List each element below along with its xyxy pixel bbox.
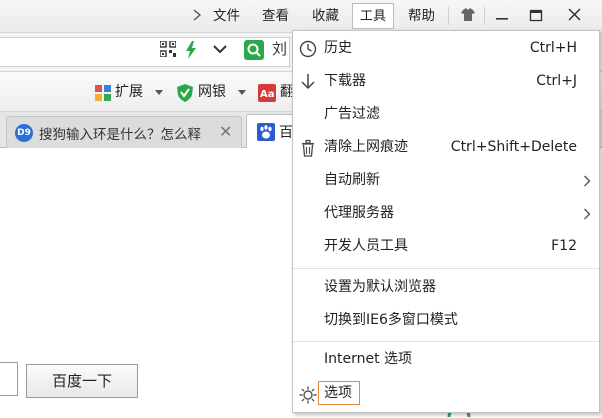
submenu-arrow-icon [584,208,591,220]
menu-item-clear-traces[interactable]: 清除上网痕迹 Ctrl+Shift+Delete [293,131,599,164]
menu-item-label: 代理服务器 [324,205,394,221]
trash-icon [302,139,314,157]
menu-item-label: 切换到IE6多窗口模式 [324,312,458,328]
menu-tools[interactable]: 工具 [352,3,394,29]
menu-item-ad-filter[interactable]: 广告过滤 [293,98,599,131]
menu-item-label: 清除上网痕迹 [324,139,408,155]
menu-item-downloader[interactable]: 下载器 Ctrl+J [293,65,599,98]
extensions-icon[interactable] [94,84,112,102]
gear-icon [299,386,317,404]
menu-item-label: Internet 选项 [324,351,413,367]
chevron-right-icon[interactable] [192,9,202,21]
tab-title: 搜狗输入环是什么？怎么释 [39,127,201,143]
menu-item-proxy-server[interactable]: 代理服务器 [293,197,599,230]
tools-menu: 历史 Ctrl+H 下载器 Ctrl+J 广告过滤 清除上网痕迹 Ctrl+Sh… [292,30,600,413]
menu-item-internet-options[interactable]: Internet 选项 [293,343,599,376]
menu-item-label: 开发人员工具 [324,238,408,254]
shield-icon[interactable] [176,84,194,102]
submenu-arrow-icon [584,175,591,187]
search-icon[interactable] [244,40,264,60]
menu-item-history[interactable]: 历史 Ctrl+H [293,32,599,65]
shortcut-text: Ctrl+H [529,40,577,56]
menu-item-label: 下载器 [324,73,366,89]
baidu-paw-icon [257,123,275,141]
shortcut-text: Ctrl+Shift+Delete [450,139,577,155]
tab-title: 百 [279,125,293,141]
shortcut-text: Ctrl+J [536,73,577,89]
divider [448,7,449,25]
translate-icon[interactable]: Aa [258,84,276,102]
download-arrow-icon [301,74,315,90]
menu-separator [293,341,599,342]
menu-item-auto-refresh[interactable]: 自动刷新 [293,164,599,197]
title-bar: 文件 查看 收藏 工具 帮助 [0,0,602,32]
menu-favorites[interactable]: 收藏 [312,0,339,32]
minimize-icon[interactable] [488,4,516,26]
search-query-text[interactable]: 刘 [272,38,287,59]
menu-help[interactable]: 帮助 [408,0,435,32]
menu-view[interactable]: 查看 [262,0,289,32]
menu-separator [293,268,599,269]
menu-item-options[interactable]: 选项 [293,377,599,410]
divider [484,7,485,25]
chevron-down-icon[interactable] [212,43,228,55]
skin-shirt-icon[interactable] [454,4,482,26]
menu-item-label: 选项 [324,385,352,401]
tab-favicon: D9 [15,124,33,142]
extensions-button[interactable]: 扩展 [115,72,143,112]
caret-down-icon[interactable] [238,90,246,95]
close-tab-icon[interactable]: ✕ [219,123,232,141]
shortcut-text: F12 [551,238,577,254]
qr-code-icon[interactable] [160,41,176,57]
caret-down-icon[interactable] [155,90,163,95]
close-icon[interactable] [561,4,589,26]
tab-sogou[interactable]: D9 搜狗输入环是什么？怎么释 ✕ [6,116,242,148]
menu-file[interactable]: 文件 [213,0,240,32]
menu-item-label: 历史 [324,40,352,56]
menu-item-set-default-browser[interactable]: 设置为默认浏览器 [293,271,599,304]
baidu-search-button[interactable]: 百度一下 [26,364,138,398]
lightning-icon[interactable] [184,41,198,59]
baidu-search-input[interactable] [0,362,18,396]
restore-icon[interactable] [522,4,550,26]
menu-item-label: 自动刷新 [324,172,380,188]
netbank-button[interactable]: 网银 [198,72,226,112]
history-clock-icon [299,40,317,58]
menu-item-label: 广告过滤 [324,106,380,122]
menu-item-developer-tools[interactable]: 开发人员工具 F12 [293,230,599,263]
svg-text:Aa: Aa [260,89,275,100]
menu-item-switch-ie6-mode[interactable]: 切换到IE6多窗口模式 [293,304,599,337]
menu-item-label: 设置为默认浏览器 [324,279,436,295]
